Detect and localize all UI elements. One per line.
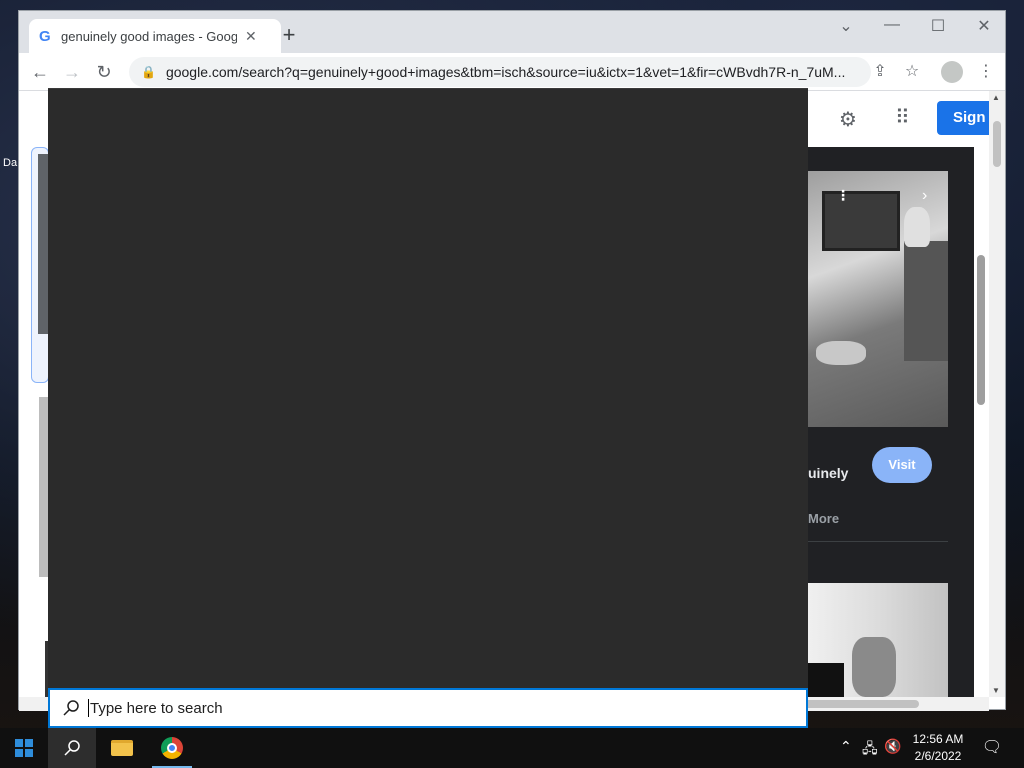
- search-taskbar-button[interactable]: [48, 728, 96, 768]
- chrome-taskbar-button[interactable]: [148, 728, 196, 768]
- back-arrow-icon[interactable]: ←: [27, 59, 53, 85]
- scroll-down-icon[interactable]: ▼: [992, 686, 1000, 695]
- file-explorer-button[interactable]: [98, 728, 146, 768]
- search-icon: [64, 740, 80, 756]
- windows-logo-icon: [15, 739, 33, 757]
- taskbar-search-box[interactable]: Type here to search: [48, 688, 808, 728]
- panel-scrollbar[interactable]: [977, 255, 985, 405]
- vertical-scrollbar[interactable]: ▲ ▼: [989, 91, 1005, 697]
- volume-muted-icon[interactable]: 🔇: [884, 738, 901, 755]
- visit-button[interactable]: Visit: [872, 447, 932, 483]
- maximize-button[interactable]: ☐: [923, 16, 953, 36]
- result-thumbnail-selected[interactable]: [31, 147, 49, 383]
- show-hidden-icons-icon[interactable]: ⌃: [840, 738, 852, 755]
- url-text[interactable]: google.com/search?q=genuinely+good+image…: [166, 64, 866, 80]
- title-bar: G genuinely good images - Google ✕ + ⌄ —…: [19, 11, 1005, 53]
- more-options-icon[interactable]: ⋮: [836, 187, 850, 204]
- scroll-up-icon[interactable]: ▲: [992, 93, 1000, 102]
- close-window-button[interactable]: ✕: [969, 16, 999, 36]
- network-icon[interactable]: 🖧: [862, 738, 878, 762]
- system-clock[interactable]: 12:56 AM 2/6/2022: [900, 731, 976, 765]
- start-search-flyout: [48, 88, 808, 688]
- more-menu-icon[interactable]: ⋮: [973, 59, 999, 85]
- browser-tab[interactable]: G genuinely good images - Google ✕: [29, 19, 281, 53]
- search-placeholder: Type here to search: [90, 699, 223, 717]
- related-image[interactable]: [808, 583, 948, 697]
- notification-center-icon[interactable]: 🗨: [980, 736, 1004, 760]
- new-tab-button[interactable]: +: [277, 24, 301, 48]
- share-icon[interactable]: ⇪: [867, 59, 893, 85]
- reload-icon[interactable]: ↻: [91, 59, 117, 85]
- bookmark-star-icon[interactable]: ☆: [899, 59, 925, 85]
- minimize-button[interactable]: —: [877, 16, 907, 34]
- chrome-icon: [161, 737, 183, 759]
- desktop-icon-label[interactable]: Da: [3, 157, 17, 169]
- tab-search-button[interactable]: ⌄: [831, 16, 861, 36]
- lock-icon: 🔒: [141, 65, 156, 79]
- image-preview-panel: ⋮ › uinely Visit More: [808, 147, 974, 697]
- tab-close-icon[interactable]: ✕: [245, 28, 257, 45]
- start-button[interactable]: [0, 728, 48, 768]
- next-chevron-icon[interactable]: ›: [922, 187, 927, 205]
- search-icon: [63, 700, 79, 716]
- address-bar[interactable]: 🔒 google.com/search?q=genuinely+good+ima…: [129, 57, 871, 87]
- preview-image[interactable]: [808, 171, 948, 427]
- profile-avatar-icon[interactable]: [941, 61, 963, 83]
- settings-gear-icon[interactable]: ⚙: [839, 107, 857, 132]
- folder-icon: [111, 740, 133, 756]
- forward-arrow-icon[interactable]: →: [59, 59, 85, 85]
- tab-title: genuinely good images - Google: [61, 28, 237, 44]
- browser-toolbar: ← → ↻ 🔒 google.com/search?q=genuinely+go…: [19, 53, 1005, 91]
- google-apps-icon[interactable]: ⠿: [895, 105, 910, 130]
- text-caret: [88, 699, 89, 717]
- result-title[interactable]: uinely: [808, 465, 848, 481]
- sign-in-button[interactable]: Sign in: [937, 101, 989, 135]
- divider: [808, 541, 948, 542]
- more-link[interactable]: More: [808, 511, 839, 526]
- google-favicon-icon: G: [39, 27, 51, 45]
- scrollbar-thumb[interactable]: [993, 121, 1001, 167]
- clock-date: 2/6/2022: [914, 749, 962, 763]
- taskbar: ⌃ 🖧 🔇 12:56 AM 2/6/2022 🗨: [0, 728, 1024, 768]
- clock-time: 12:56 AM: [912, 732, 964, 746]
